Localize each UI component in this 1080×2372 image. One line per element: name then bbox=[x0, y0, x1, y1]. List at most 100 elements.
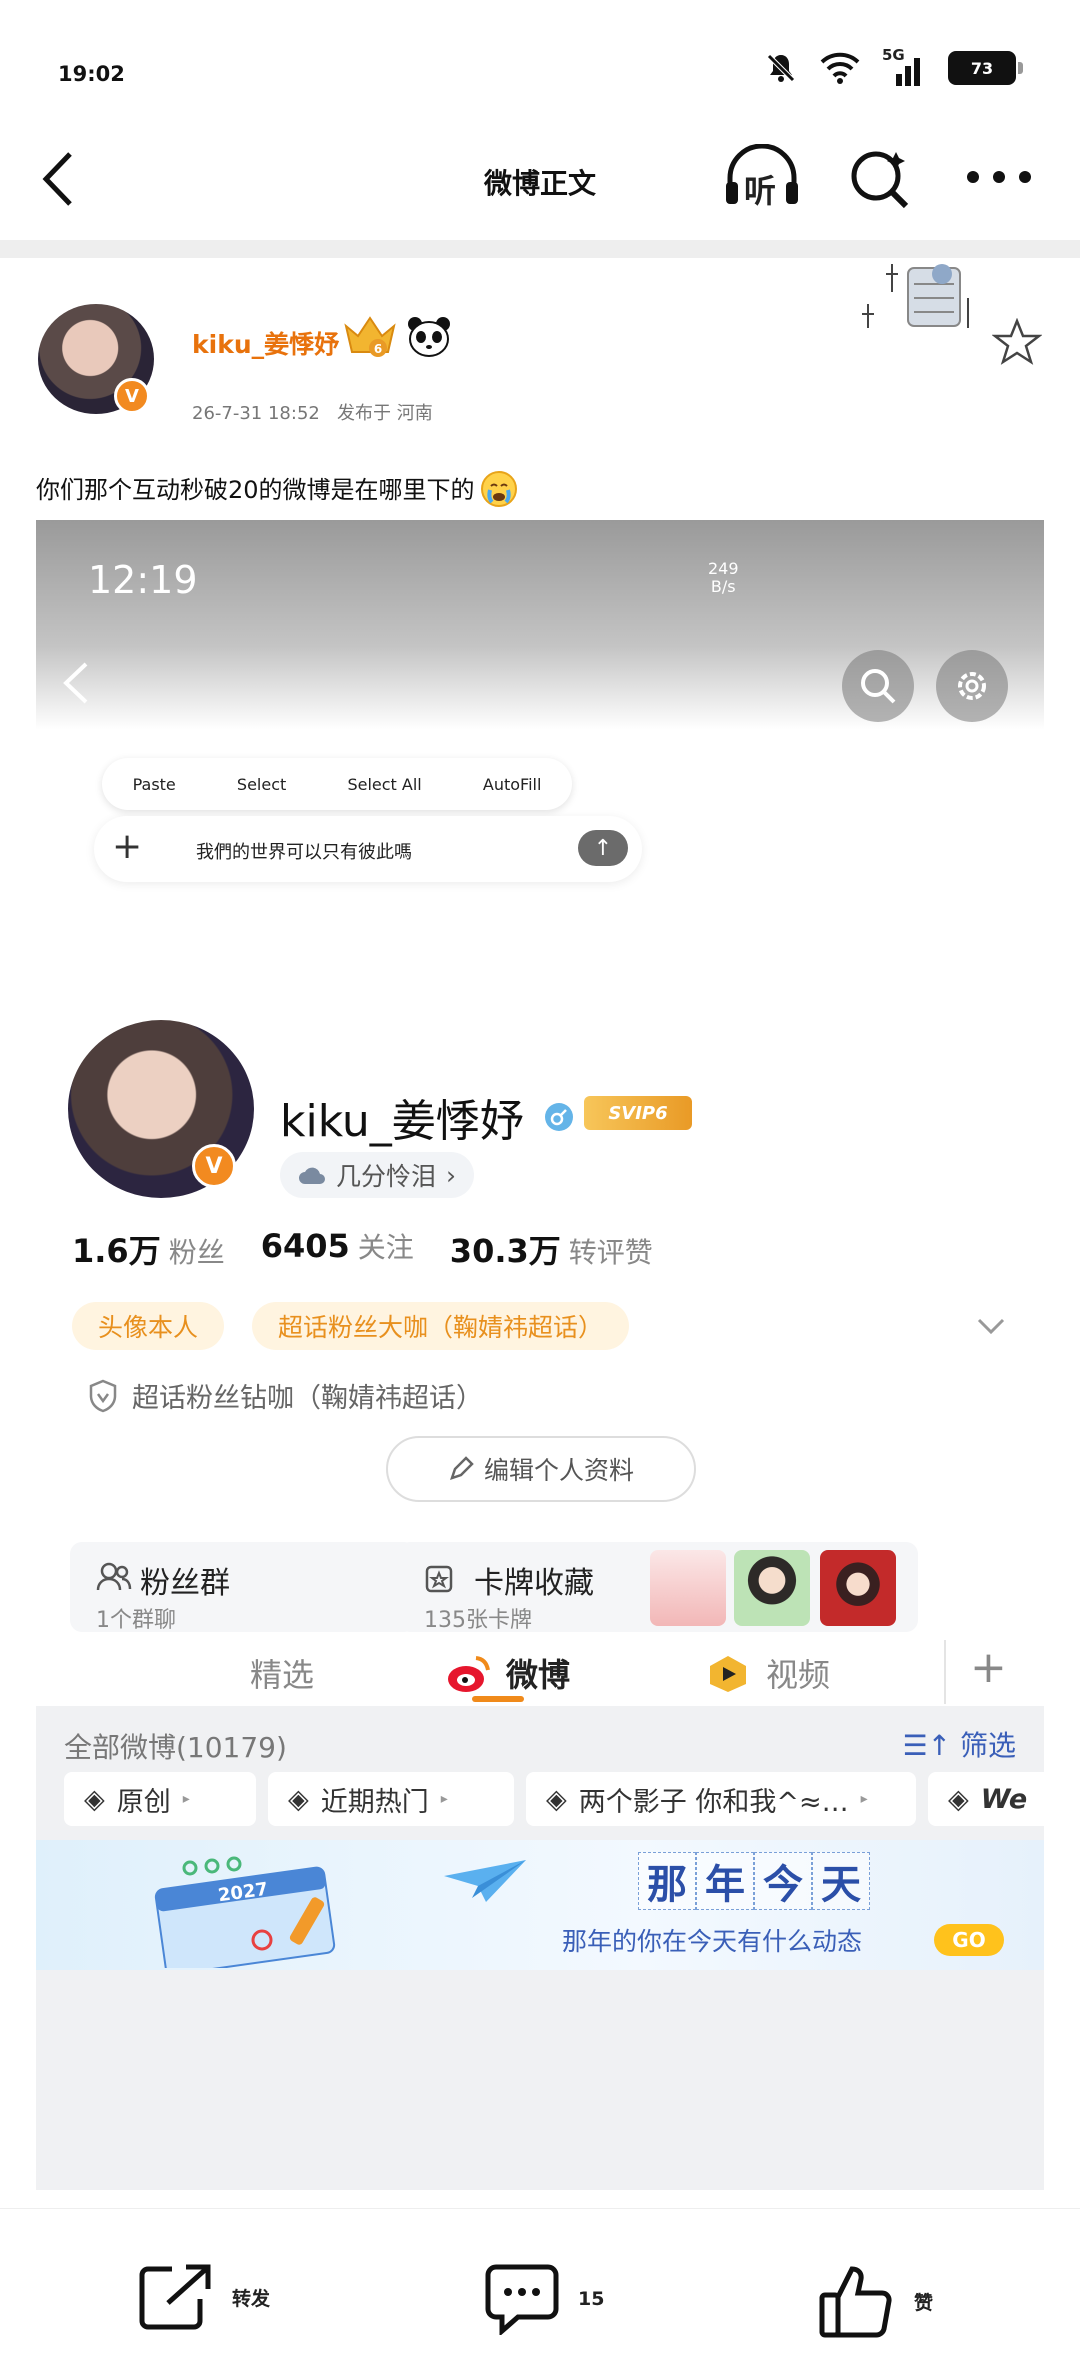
memory-go-button: GO bbox=[934, 1924, 1004, 1956]
memory-banner: 2027 那 年 今 天 那年的你在今天有什么动态 GO bbox=[36, 1840, 1044, 1970]
post-time: 26-7-31 18:52 bbox=[192, 403, 320, 424]
wifi-icon bbox=[820, 52, 860, 84]
male-icon bbox=[545, 1103, 573, 1131]
profile-tabs: 精选 微博 视频 + bbox=[36, 1640, 1044, 1704]
tab-indicator bbox=[472, 1696, 524, 1702]
battery-icon: 73 bbox=[948, 51, 1023, 85]
cloud-icon bbox=[299, 1167, 325, 1184]
paste-option: Paste bbox=[132, 774, 176, 794]
mute-icon bbox=[767, 54, 795, 82]
video-icon bbox=[710, 1656, 746, 1692]
memory-title: 那 年 今 天 bbox=[638, 1852, 870, 1910]
feed-title: 全部微博(10179) bbox=[64, 1731, 287, 1764]
filter-button: ☰↑ 筛选 bbox=[903, 1724, 1016, 1764]
text-context-menu: Paste Select Select All AutoFill bbox=[102, 758, 572, 810]
pencil-icon bbox=[450, 1456, 474, 1480]
like-button[interactable]: 赞 bbox=[818, 2263, 933, 2339]
thumbs-up-icon bbox=[819, 2266, 892, 2338]
card-collection-icon bbox=[425, 1565, 453, 1593]
honor-row: 超话粉丝钻咖（鞠婧祎超话） bbox=[88, 1376, 483, 1415]
send-arrow-icon: ↑ bbox=[578, 830, 628, 866]
repost-label: 转发 bbox=[232, 2287, 271, 2310]
status-time: 19:02 bbox=[58, 62, 125, 86]
crown-badge-icon: 6 bbox=[344, 316, 396, 357]
feed-section: 全部微博(10179) ☰↑ 筛选 ◈ 原创 ▸ ◈ 近期热门 ▸ ◈ 两个影子 你和我^… bbox=[36, 1706, 1044, 2190]
memory-title-char: 今 bbox=[754, 1852, 812, 1910]
divider bbox=[0, 240, 1080, 258]
stat-fans: 1.6万 粉丝 bbox=[72, 1232, 225, 1270]
search-icon[interactable] bbox=[848, 146, 912, 210]
memory-title-char: 年 bbox=[696, 1852, 754, 1910]
top-nav-bar: 微博正文 听 bbox=[0, 120, 1080, 232]
speed-value: 249 bbox=[708, 559, 739, 578]
chevron-right-icon: › bbox=[446, 1160, 457, 1190]
listen-button[interactable]: 听 bbox=[722, 143, 802, 210]
profile-avatar: V bbox=[68, 1020, 254, 1198]
repost-button[interactable]: 转发 bbox=[138, 2263, 270, 2331]
layers-icon: ◈ bbox=[84, 1783, 105, 1815]
image-text-input: + 我們的世界可以只有彼此嗎 ↑ bbox=[94, 816, 642, 882]
tab-divider bbox=[944, 1640, 946, 1704]
profile-verified-icon: V bbox=[192, 1144, 236, 1188]
add-tab-icon: + bbox=[970, 1642, 1007, 1693]
calendar-icon bbox=[154, 1856, 336, 1968]
tab-featured: 精选 bbox=[250, 1656, 315, 1694]
shield-icon bbox=[89, 1379, 117, 1412]
chip-label: 两个影子 你和我^≈… bbox=[578, 1786, 849, 1818]
fan-group-card: 粉丝群 1个群聊 bbox=[70, 1542, 416, 1633]
chip-original: ◈ 原创 ▸ bbox=[64, 1772, 256, 1826]
card-collection-title: 卡牌收藏 bbox=[474, 1566, 594, 1601]
page-title: 微博正文 bbox=[483, 167, 596, 200]
filter-label: 筛选 bbox=[959, 1729, 1016, 1762]
author-avatar[interactable]: V bbox=[38, 304, 154, 414]
bottom-action-bar: 转发 15 赞 bbox=[0, 2208, 1080, 2372]
profile-tag: 超话粉丝大咖（鞠婧祎超话） bbox=[252, 1302, 630, 1350]
input-value: 我們的世界可以只有彼此嗎 bbox=[196, 842, 412, 863]
favorite-star-icon[interactable] bbox=[992, 318, 1042, 366]
fan-group-sub: 1个群聊 bbox=[96, 1608, 176, 1633]
memory-subtitle: 那年的你在今天有什么动态 bbox=[562, 1927, 863, 1956]
chip-more: ◈ We bbox=[928, 1772, 1044, 1826]
battery-level: 73 bbox=[970, 58, 994, 78]
autofill-option: AutoFill bbox=[482, 774, 542, 794]
edit-profile-label: 编辑个人资料 bbox=[483, 1456, 634, 1485]
image-status-area: 12:19 249 B/s bbox=[36, 520, 1044, 730]
tab-video: 视频 bbox=[766, 1656, 831, 1694]
image-settings-button bbox=[936, 650, 1008, 722]
chevron-down-icon bbox=[977, 1318, 1005, 1335]
edit-profile-button: 编辑个人资料 bbox=[386, 1436, 696, 1502]
profile-stats: 1.6万 粉丝 6405 关注 30.3万 转评赞 bbox=[72, 1226, 653, 1272]
group-tag: 几分怜泪 › bbox=[280, 1152, 475, 1198]
decoration-sticker-icon bbox=[862, 264, 969, 328]
image-search-icon bbox=[861, 669, 896, 704]
chip-arrow-icon: ▸ bbox=[182, 1791, 190, 1807]
chip-recent-hot: ◈ 近期热门 ▸ bbox=[268, 1772, 514, 1826]
more-icon[interactable] bbox=[966, 170, 1032, 184]
post-image[interactable]: 12:19 249 B/s Paste Select Select All Aut… bbox=[36, 520, 1044, 2190]
chip-arrow-icon: ▸ bbox=[440, 1791, 448, 1807]
image-back-icon bbox=[63, 662, 88, 704]
listen-label: 听 bbox=[744, 172, 777, 210]
verified-badge-icon: V bbox=[114, 378, 150, 414]
honor-text: 超话粉丝钻咖（鞠婧祎超话） bbox=[132, 1383, 483, 1414]
comment-button[interactable]: 15 bbox=[484, 2263, 604, 2335]
svg-text:6: 6 bbox=[374, 342, 382, 356]
group-icon bbox=[96, 1562, 132, 1591]
speed-unit: B/s bbox=[710, 577, 736, 596]
collection-card-image bbox=[820, 1550, 896, 1626]
chip-label: 近期热门 bbox=[320, 1786, 429, 1818]
network-type: 5G bbox=[882, 46, 905, 64]
panda-icon bbox=[408, 317, 450, 357]
image-net-speed: 249 B/s bbox=[708, 560, 739, 596]
chip-album: ◈ 两个影子 你和我^≈… ▸ bbox=[526, 1772, 916, 1826]
chip-label: We bbox=[980, 1783, 1028, 1815]
signal-icon: 5G bbox=[882, 46, 926, 86]
comment-icon bbox=[485, 2264, 559, 2335]
chip-arrow-icon: ▸ bbox=[860, 1791, 868, 1807]
image-search-button bbox=[842, 650, 914, 722]
author-name[interactable]: kiku_姜悸妤 bbox=[192, 325, 339, 361]
card-collection-sub: 135张卡牌 bbox=[424, 1608, 532, 1633]
layers-icon: ◈ bbox=[288, 1783, 309, 1815]
tab-weibo: 微博 bbox=[506, 1656, 571, 1694]
like-label: 赞 bbox=[914, 2291, 934, 2314]
